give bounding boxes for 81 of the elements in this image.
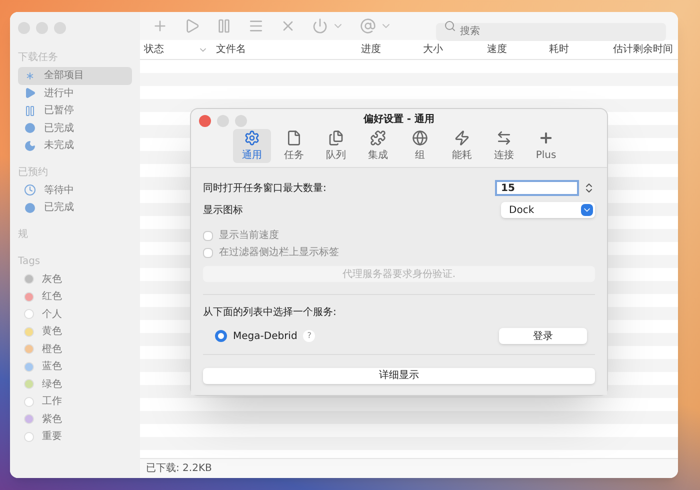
tab[interactable]: 集成 xyxy=(359,129,397,163)
window-control[interactable] xyxy=(18,22,30,34)
sidebar-item[interactable]: 重要 xyxy=(18,428,132,446)
field-label: 显示图标 xyxy=(203,204,243,218)
asterisk-icon xyxy=(24,70,36,82)
play-icon[interactable] xyxy=(184,18,200,34)
column-header[interactable]: 大小 xyxy=(419,42,483,57)
help-button[interactable]: ? xyxy=(303,330,316,342)
power-icon[interactable] xyxy=(312,18,328,34)
tab[interactable]: 能耗 xyxy=(443,129,481,163)
search-field[interactable]: 搜索 xyxy=(436,22,666,40)
sidebar-item[interactable]: 个人 xyxy=(18,306,132,323)
sidebar-item[interactable]: 红色 xyxy=(18,288,132,306)
stepper-icon[interactable] xyxy=(583,182,595,194)
globe-icon xyxy=(412,130,428,146)
clock-icon xyxy=(24,184,36,196)
pause-icon xyxy=(24,104,36,117)
column-header[interactable]: 文件名 xyxy=(212,42,357,57)
section-heading: 已预约 xyxy=(18,166,49,180)
sidebar-item[interactable]: 紫色 xyxy=(18,410,132,428)
puzzle-icon xyxy=(370,130,386,146)
window-control[interactable] xyxy=(217,115,229,127)
window-control[interactable] xyxy=(36,22,48,34)
sidebar-item[interactable]: 黄色 xyxy=(18,323,132,340)
login-button[interactable]: 登录 xyxy=(499,328,587,344)
list-icon[interactable] xyxy=(248,18,264,34)
documents-icon xyxy=(328,130,344,146)
column-header[interactable]: 耗时 xyxy=(545,42,609,57)
document-icon xyxy=(286,130,302,146)
search-icon xyxy=(444,20,456,32)
sidebar-item[interactable]: 橙色 xyxy=(18,340,132,358)
settings-icon xyxy=(244,130,260,146)
tab[interactable]: 队列 xyxy=(317,129,355,163)
tab[interactable]: 组 xyxy=(401,129,439,163)
dock-select[interactable]: Dock xyxy=(501,202,595,218)
service-name: Mega-Debrid xyxy=(233,330,298,344)
checkbox-option[interactable]: 显示当前速度 xyxy=(203,228,595,243)
window-control[interactable] xyxy=(54,22,66,34)
checkbox[interactable] xyxy=(203,248,213,258)
plus-icon xyxy=(538,130,554,146)
sidebar-item[interactable]: 灰色 xyxy=(18,270,132,288)
sidebar-item[interactable]: 已完成 xyxy=(18,199,132,216)
sidebar-item[interactable]: 绿色 xyxy=(18,376,132,393)
sidebar-item[interactable]: 已完成 xyxy=(18,120,132,137)
checkbox-option[interactable]: 在过滤器侧边栏上显示标签 xyxy=(203,245,595,260)
section-heading: 下载任务 xyxy=(18,50,59,65)
sidebar-item[interactable]: 工作 xyxy=(18,393,132,410)
field-label: 同时打开任务窗口最大数量: xyxy=(203,182,326,196)
column-header[interactable]: 速度 xyxy=(483,42,545,57)
radio-button[interactable] xyxy=(215,330,227,342)
column-header[interactable]: 进度 xyxy=(357,42,419,57)
checkbox[interactable] xyxy=(203,230,213,240)
window-title: 偏好设置 - 通用 xyxy=(363,112,435,126)
sidebar-item[interactable]: 全部项目 xyxy=(18,67,132,84)
section-heading: Tags xyxy=(18,254,42,268)
add-icon[interactable] xyxy=(152,18,168,34)
at-sign-icon[interactable] xyxy=(360,18,376,34)
pause-icon[interactable] xyxy=(216,18,232,34)
tab[interactable]: Plus xyxy=(527,129,565,163)
bolt-icon xyxy=(454,130,470,146)
number-field[interactable]: 15 xyxy=(495,180,579,196)
play-icon xyxy=(24,87,36,100)
tab[interactable]: 通用 xyxy=(233,129,271,163)
left-right-arrows-icon xyxy=(496,130,512,146)
tab[interactable]: 任务 xyxy=(275,129,313,163)
section-label: 从下面的列表中选择一个服务: xyxy=(203,306,338,320)
sidebar-item[interactable]: 进行中 xyxy=(18,84,132,102)
sidebar-item[interactable]: 蓝色 xyxy=(18,358,132,376)
details-button[interactable]: 详细显示 xyxy=(203,368,595,384)
window-control[interactable] xyxy=(235,115,247,127)
tab[interactable]: 连接 xyxy=(485,129,523,163)
sidebar-item[interactable]: 未完成 xyxy=(18,137,132,154)
status-text: 已下载: 2.2KB xyxy=(146,462,212,476)
dropdown-icon xyxy=(581,204,593,216)
moon-icon xyxy=(24,140,36,152)
column-header[interactable]: 状态 xyxy=(140,42,212,57)
window-control[interactable] xyxy=(199,115,211,127)
column-header[interactable]: 估计剩余时间 xyxy=(609,42,678,57)
sidebar-item[interactable]: 等待中 xyxy=(18,182,132,199)
section-heading: 规 xyxy=(18,228,29,242)
sidebar-item[interactable]: 已暂停 xyxy=(18,102,132,120)
